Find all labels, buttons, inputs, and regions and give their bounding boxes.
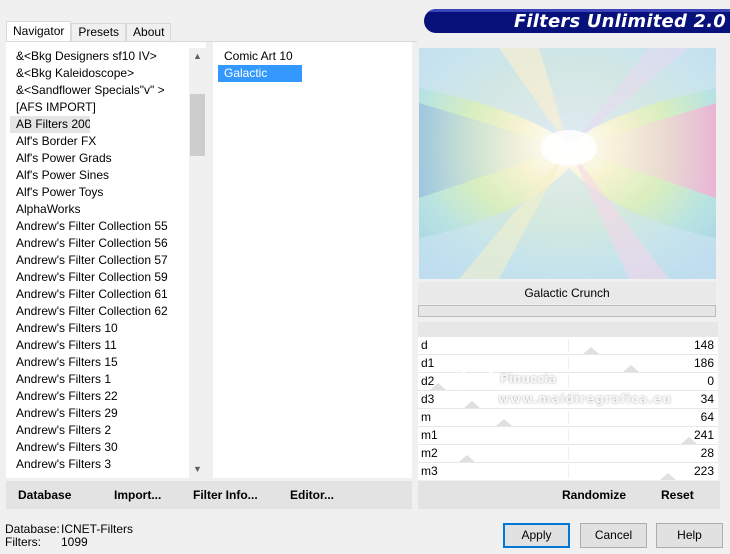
param-label: m bbox=[421, 410, 431, 424]
param-value: 34 bbox=[700, 392, 714, 406]
category-item[interactable]: Alf's Power Grads bbox=[10, 150, 188, 167]
tab-navigator[interactable]: Navigator bbox=[6, 21, 72, 42]
category-item[interactable]: Alf's Power Sines bbox=[10, 167, 188, 184]
param-value: 223 bbox=[693, 464, 714, 478]
filters-unlimited-dialog: Navigator Presets About Filters Unlimite… bbox=[0, 0, 730, 554]
param-label: d3 bbox=[421, 392, 435, 406]
param-value: 64 bbox=[700, 410, 714, 424]
category-list-panel: &<Bkg Designers sf10 IV> &<Bkg Kaleidosco… bbox=[6, 42, 206, 478]
slider-center-mark bbox=[568, 357, 569, 370]
randomize-button[interactable]: Randomize bbox=[562, 488, 626, 502]
slider-thumb[interactable] bbox=[464, 401, 481, 408]
filter-info-button[interactable]: Filter Info... bbox=[193, 488, 258, 502]
category-item[interactable]: Andrew's Filters 15 bbox=[10, 354, 188, 371]
category-item[interactable]: Andrew's Filter Collection 61 bbox=[10, 286, 188, 303]
category-item[interactable]: Andrew's Filters 22 bbox=[10, 388, 188, 405]
slider-thumb[interactable] bbox=[583, 347, 600, 354]
category-item[interactable]: Andrew's Filter Collection 62 bbox=[10, 303, 188, 320]
tab-presets[interactable]: Presets bbox=[71, 23, 127, 42]
scroll-up-icon[interactable]: ▲ bbox=[189, 48, 206, 65]
slider-thumb[interactable] bbox=[622, 365, 639, 372]
param-label: m1 bbox=[421, 428, 438, 442]
category-item[interactable]: Andrew's Filter Collection 56 bbox=[10, 235, 188, 252]
param-slider-d1[interactable]: d1 186 bbox=[418, 355, 718, 373]
tab-bar: Navigator Presets About bbox=[6, 21, 172, 42]
category-item[interactable]: Andrew's Filter Collection 59 bbox=[10, 269, 188, 286]
parameter-sliders: d 148 d1 186 d2 0 d3 34 m 64 m1 241 m2 28 m3 223 bbox=[418, 337, 718, 481]
param-slider-m[interactable]: m 64 bbox=[418, 409, 718, 427]
param-label: m2 bbox=[421, 446, 438, 460]
param-label: d bbox=[421, 338, 428, 352]
category-item[interactable]: Alf's Border FX bbox=[10, 133, 188, 150]
category-item[interactable]: Andrew's Filter Collection 57 bbox=[10, 252, 188, 269]
category-item[interactable]: Andrew's Filter Collection 55 bbox=[10, 218, 188, 235]
scroll-down-icon[interactable]: ▼ bbox=[189, 461, 206, 478]
param-value: 186 bbox=[693, 356, 714, 370]
category-list[interactable]: &<Bkg Designers sf10 IV> &<Bkg Kaleidosco… bbox=[10, 48, 188, 473]
help-button[interactable]: Help bbox=[656, 523, 723, 548]
filter-item[interactable]: Comic Art 10 bbox=[218, 48, 408, 65]
database-button[interactable]: Database bbox=[18, 488, 71, 502]
apply-button[interactable]: Apply bbox=[503, 523, 570, 548]
param-label: d2 bbox=[421, 374, 435, 388]
tab-about[interactable]: About bbox=[126, 23, 172, 42]
category-item[interactable]: Alf's Power Toys bbox=[10, 184, 188, 201]
scrollbar-thumb[interactable] bbox=[190, 94, 205, 156]
parameter-button-bar: Randomize Reset bbox=[418, 481, 720, 509]
banner-title: Filters Unlimited 2.0 bbox=[513, 11, 726, 32]
category-item[interactable]: Andrew's Filters 30 bbox=[10, 439, 188, 456]
category-item[interactable]: Andrew's Filters 11 bbox=[10, 337, 188, 354]
slider-thumb[interactable] bbox=[659, 473, 676, 480]
category-item[interactable]: Andrew's Filters 3 bbox=[10, 456, 188, 473]
param-slider-m2[interactable]: m2 28 bbox=[418, 445, 718, 463]
filters-value: 1099 bbox=[61, 535, 88, 549]
progress-bar bbox=[418, 305, 716, 317]
slider-thumb[interactable] bbox=[496, 419, 512, 426]
slider-center-mark bbox=[568, 393, 569, 406]
filter-item[interactable]: Galactic Crunch bbox=[218, 65, 302, 97]
category-item[interactable]: &<Bkg Designers sf10 IV> bbox=[10, 48, 188, 65]
param-slider-d[interactable]: d 148 bbox=[418, 337, 718, 355]
category-item[interactable]: AlphaWorks bbox=[10, 201, 188, 218]
slider-center-mark bbox=[568, 411, 569, 424]
param-value: 241 bbox=[693, 428, 714, 442]
reset-button[interactable]: Reset bbox=[661, 488, 694, 502]
param-slider-m3[interactable]: m3 223 bbox=[418, 463, 718, 481]
param-slider-d3[interactable]: d3 34 bbox=[418, 391, 718, 409]
slider-center-mark bbox=[568, 375, 569, 388]
category-item[interactable]: AB Filters 2000 bbox=[10, 116, 90, 133]
category-scrollbar[interactable]: ▲ ▼ bbox=[189, 48, 206, 478]
import-button[interactable]: Import... bbox=[114, 488, 161, 502]
slider-center-mark bbox=[568, 339, 569, 352]
slider-center-mark bbox=[568, 465, 569, 478]
slider-thumb[interactable] bbox=[459, 455, 476, 462]
slider-center-mark bbox=[568, 447, 569, 460]
category-item[interactable]: [AFS IMPORT] bbox=[10, 99, 188, 116]
filter-list[interactable]: Comic Art 10 Galactic Crunch bbox=[218, 48, 408, 97]
title-banner: Filters Unlimited 2.0 bbox=[424, 9, 730, 33]
footer-info: Database: ICNET-Filters Filters: 1099 bbox=[5, 523, 133, 549]
category-item[interactable]: Andrew's Filters 10 bbox=[10, 320, 188, 337]
param-value: 148 bbox=[693, 338, 714, 352]
preview-filter-name: Galactic Crunch bbox=[418, 282, 716, 304]
param-label: d1 bbox=[421, 356, 435, 370]
category-item[interactable]: &<Sandflower Specials"v" > bbox=[10, 82, 188, 99]
category-item[interactable]: &<Bkg Kaleidoscope> bbox=[10, 65, 188, 82]
preview-image bbox=[419, 48, 716, 279]
navigator-button-bar: Database Import... Filter Info... Editor… bbox=[6, 481, 412, 509]
param-slider-d2[interactable]: d2 0 bbox=[418, 373, 718, 391]
param-value: 28 bbox=[700, 446, 714, 460]
editor-button[interactable]: Editor... bbox=[290, 488, 334, 502]
category-item[interactable]: Andrew's Filters 1 bbox=[10, 371, 188, 388]
filter-list-panel: Comic Art 10 Galactic Crunch bbox=[213, 42, 412, 478]
slider-center-mark bbox=[568, 429, 569, 442]
preview-graphic bbox=[419, 48, 716, 279]
param-slider-m1[interactable]: m1 241 bbox=[418, 427, 718, 445]
category-item[interactable]: Andrew's Filters 29 bbox=[10, 405, 188, 422]
cancel-button[interactable]: Cancel bbox=[580, 523, 647, 548]
category-item[interactable]: Andrew's Filters 2 bbox=[10, 422, 188, 439]
filters-key: Filters: bbox=[5, 535, 41, 549]
param-label: m3 bbox=[421, 464, 438, 478]
param-value: 0 bbox=[707, 374, 714, 388]
